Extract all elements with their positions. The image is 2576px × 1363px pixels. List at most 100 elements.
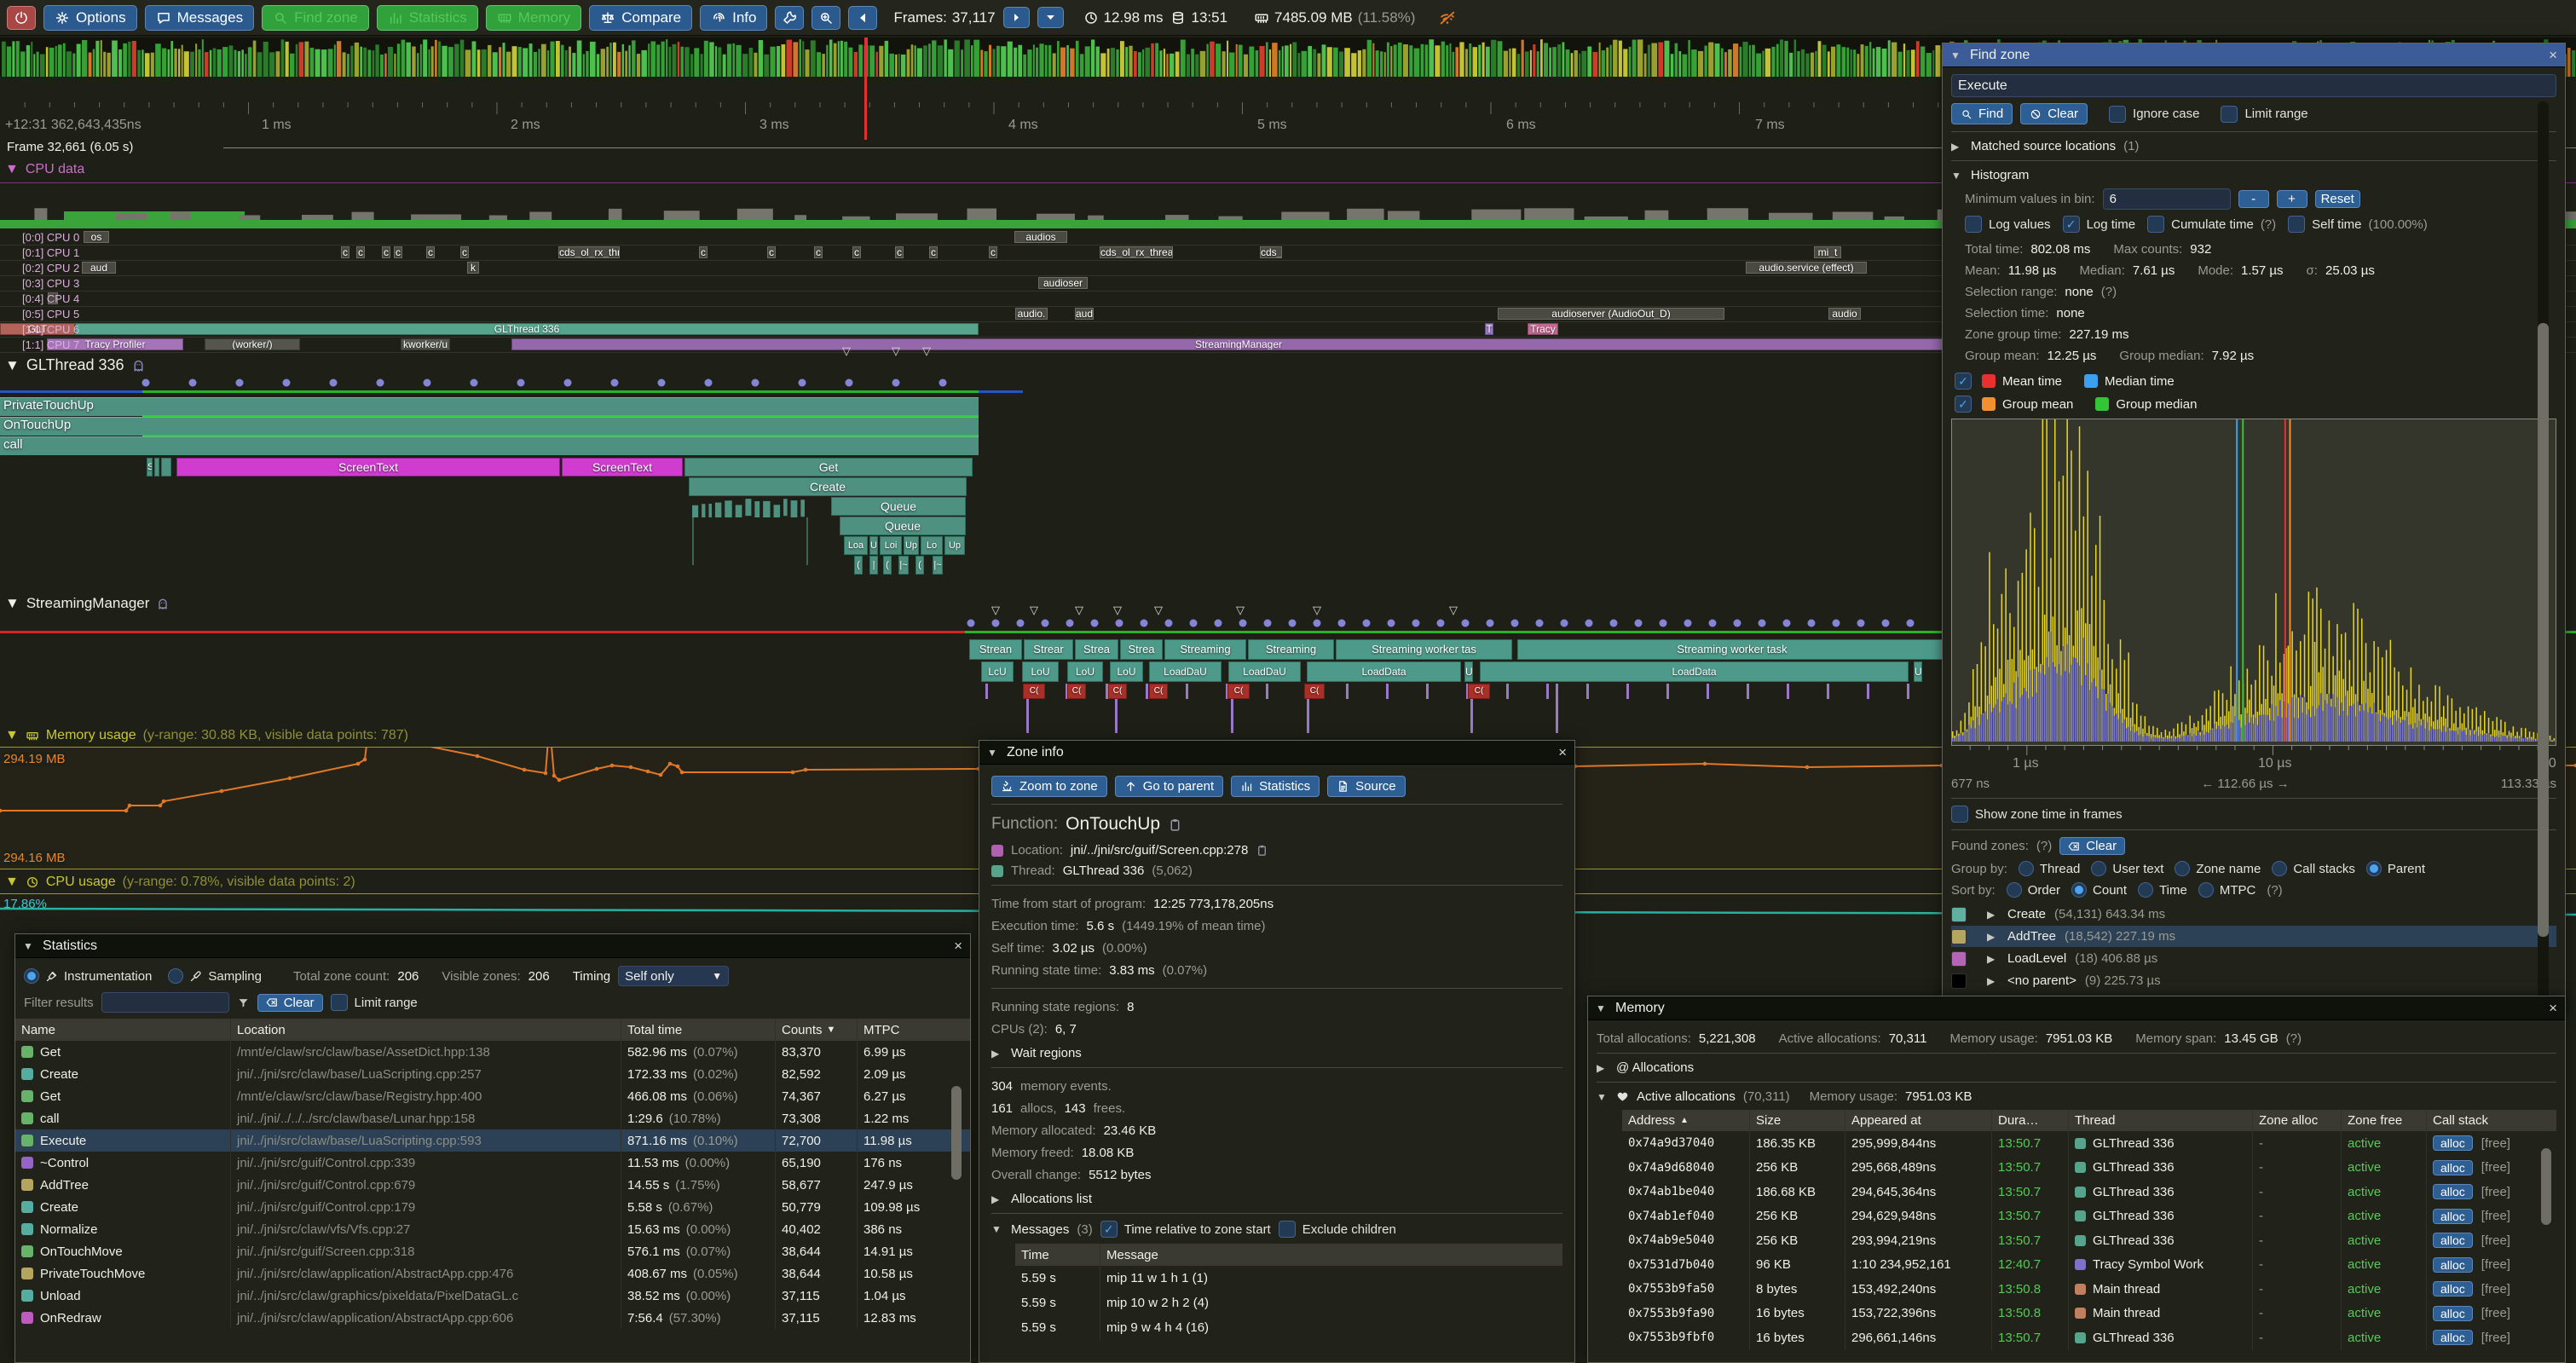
zone[interactable]: U (1914, 661, 1922, 682)
zone[interactable]: U (1464, 661, 1473, 682)
allocation-row[interactable]: 0x7553b9fa508 bytes153,492,240ns13:50.8M… (1622, 1277, 2556, 1302)
statistics-titlebar[interactable]: ▼ Statistics × (15, 934, 970, 958)
table-row[interactable]: Normalizejni/../jni/src/claw/vfs/Vfs.cpp… (15, 1218, 970, 1240)
zone[interactable]: Tracy (1528, 323, 1558, 335)
ignore-case-checkbox[interactable]: Ignore case (2109, 106, 2199, 123)
active-allocations-row[interactable]: ▼Active allocations(70,311)Memory usage:… (1597, 1089, 2556, 1104)
expand-icon[interactable]: ▶ (1987, 931, 1999, 943)
zone[interactable]: Streaming (1164, 639, 1246, 660)
zone[interactable]: aud (1075, 308, 1094, 320)
zone[interactable]: Up (904, 536, 919, 555)
help-icon[interactable]: (?) (2267, 883, 2282, 898)
next-frame-button[interactable] (1003, 7, 1030, 28)
zone[interactable]: |~ (933, 556, 943, 575)
prev-frame-button[interactable] (848, 6, 877, 30)
zoom-to-zone-button[interactable]: Zoom to zone (991, 776, 1107, 797)
alloc-callstack-button[interactable]: alloc (2433, 1281, 2473, 1297)
zone[interactable]: GLThread 336 (75, 323, 979, 335)
radio-circle[interactable] (2272, 861, 2287, 876)
checkbox-box[interactable] (2147, 216, 2164, 233)
expand-icon[interactable]: ▶ (991, 1193, 1003, 1205)
find-zone-button[interactable]: Find zone (262, 5, 369, 31)
table-row[interactable]: Executejni/../jni/src/claw/base/LuaScrip… (15, 1129, 970, 1152)
time-column-header[interactable]: Time (1015, 1244, 1100, 1266)
zone[interactable]: Strea (1075, 639, 1118, 660)
zone[interactable]: ScreenText (176, 458, 560, 476)
panel-scrollbar-thumb[interactable] (2538, 323, 2549, 937)
histogram-expander[interactable]: ▼Histogram (1951, 168, 2556, 182)
zone[interactable]: C( (1067, 684, 1086, 699)
collapse-icon[interactable]: ▼ (987, 747, 999, 759)
compare-button[interactable]: Compare (589, 5, 692, 31)
reset-button[interactable]: Reset (2315, 190, 2360, 208)
zone[interactable]: StreamingManager (511, 338, 1966, 350)
zone[interactable]: Streaming (1248, 639, 1334, 660)
radio-circle[interactable] (2138, 882, 2153, 898)
log-values-checkbox[interactable]: Log values (1965, 216, 2051, 233)
zone[interactable]: cds_ (1260, 246, 1282, 258)
allocation-row[interactable]: 0x74ab1ef040256 KB294,629,948ns13:50.7GL… (1622, 1204, 2556, 1229)
table-scrollbar-thumb[interactable] (2541, 1148, 2551, 1225)
collapse-icon[interactable]: ▼ (1597, 1091, 1609, 1103)
zone[interactable]: Up (944, 536, 965, 555)
wait-regions-expander[interactable]: ▶Wait regions (991, 1046, 1562, 1060)
go-to-parent-button[interactable]: Go to parent (1115, 776, 1223, 797)
column-header-dura-[interactable]: Dura… (1992, 1110, 2069, 1131)
zone[interactable]: LoU (1022, 661, 1059, 682)
close-icon[interactable]: × (2549, 1000, 2557, 1017)
zone[interactable]: Streaming worker task (1517, 639, 1947, 660)
zone[interactable]: audio (1828, 308, 1861, 320)
zone[interactable]: c (341, 246, 349, 258)
zone[interactable]: Loi (880, 536, 902, 555)
zone[interactable]: C( (1023, 684, 1045, 699)
zone[interactable]: C( (1227, 684, 1250, 699)
column-header-zone-alloc[interactable]: Zone alloc (2253, 1110, 2342, 1131)
source-button[interactable]: Source (1327, 776, 1406, 797)
help-icon[interactable]: (?) (2036, 839, 2052, 853)
alloc-callstack-button[interactable]: alloc (2433, 1184, 2473, 1199)
message-row[interactable]: 5.59 smip 11 w 1 h 1 (1) (1015, 1266, 1562, 1291)
zone[interactable]: audio. (1015, 308, 1048, 320)
radio-circle[interactable] (24, 968, 39, 984)
exclude-children-checkbox[interactable]: Exclude children (1279, 1221, 1396, 1238)
zoom-button[interactable] (811, 6, 840, 30)
zone[interactable]: c (814, 246, 823, 258)
table-row[interactable]: AddTreejni/../jni/src/guif/Control.cpp:6… (15, 1174, 970, 1196)
zone[interactable]: ( (883, 556, 892, 575)
allocation-row[interactable]: 0x74ab9e5040256 KB293,994,219ns13:50.7GL… (1622, 1228, 2556, 1253)
limit-range-checkbox[interactable]: Limit range (331, 994, 418, 1011)
column-header-zone-free[interactable]: Zone free (2342, 1110, 2427, 1131)
collapse-icon[interactable]: ▼ (5, 728, 19, 743)
zone[interactable] (161, 458, 171, 476)
column-header-thread[interactable]: Thread (2069, 1110, 2253, 1131)
radio-option[interactable]: Count (2071, 882, 2127, 898)
info-button[interactable]: Info (700, 5, 767, 31)
close-icon[interactable]: × (1558, 744, 1567, 761)
cpu-data-section-header[interactable]: ▼CPU data (5, 162, 84, 177)
allocation-row[interactable]: 0x7553b9fa9016 bytes153,722,396ns13:50.8… (1622, 1302, 2556, 1326)
statistics-button[interactable]: Statistics (377, 5, 478, 31)
clear-button[interactable]: Clear (2020, 103, 2088, 124)
memory-plot-header[interactable]: ▼Memory usage(y-range: 30.88 KB, visible… (5, 728, 408, 743)
find-button[interactable]: Find (1951, 103, 2013, 124)
zone[interactable]: ( (854, 556, 863, 575)
glthread-section-header[interactable]: ▼GLThread 336 (5, 356, 146, 374)
zone[interactable]: LoU (1067, 661, 1103, 682)
table-row[interactable]: Createjni/../jni/src/claw/base/LuaScript… (15, 1063, 970, 1085)
zone[interactable]: cds_ol_rx_thr (558, 246, 620, 258)
checkbox-box[interactable] (331, 994, 348, 1011)
zone[interactable]: LcU (981, 661, 1014, 682)
zone[interactable]: c (426, 246, 435, 258)
column-header-counts[interactable]: Counts▼ (776, 1019, 858, 1041)
zone[interactable]: cds_ol_rx_threa (1100, 246, 1173, 258)
zone[interactable]: OnTouchUp (0, 417, 979, 436)
zone[interactable]: C( (1468, 684, 1490, 699)
zone[interactable]: audioser (1038, 277, 1088, 289)
timing-select[interactable]: Self only▼ (618, 966, 729, 986)
frame-dropdown-button[interactable] (1037, 7, 1064, 28)
cpu-plot-header[interactable]: ▼CPU usage(y-range: 0.78%, visible data … (5, 875, 355, 890)
limit-range-checkbox[interactable]: Limit range (2221, 106, 2307, 123)
zone[interactable]: mi_t (1814, 246, 1841, 258)
table-row[interactable]: PrivateTouchMovejni/../jni/src/claw/appl… (15, 1262, 970, 1285)
table-row[interactable]: ~Controljni/../jni/src/guif/Control.cpp:… (15, 1152, 970, 1174)
